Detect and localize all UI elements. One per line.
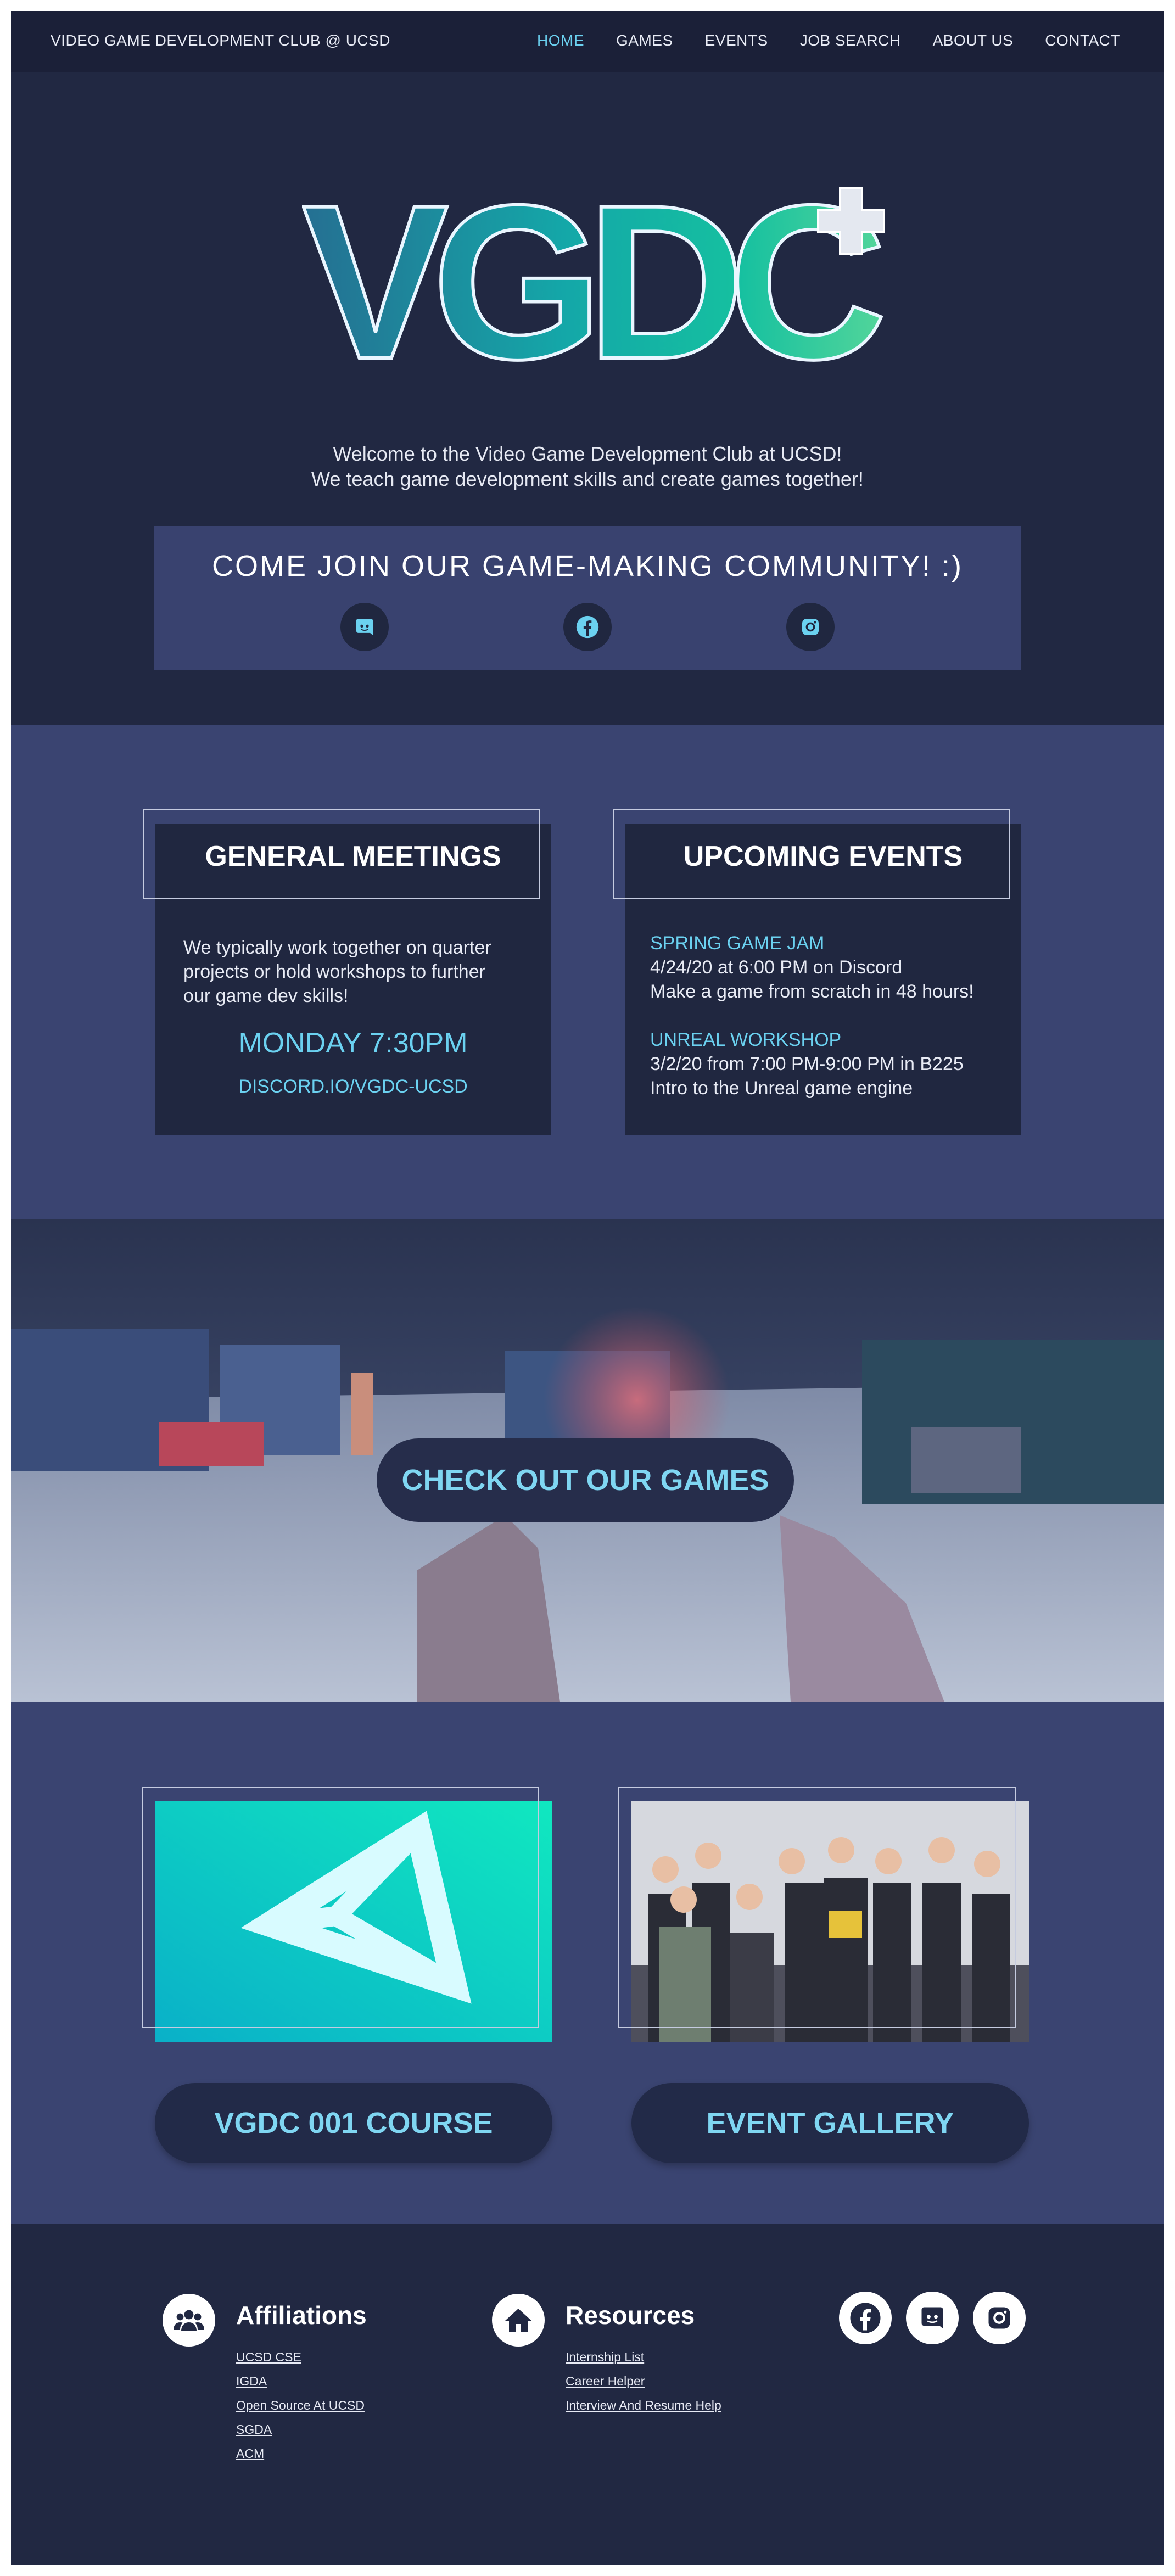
- check-out-games-button[interactable]: CHECK OUT OUR GAMES: [377, 1438, 794, 1522]
- nav-link-about-us[interactable]: ABOUT US: [933, 32, 1014, 49]
- resources-heading: Resources: [566, 2301, 695, 2329]
- affiliation-link-sgda[interactable]: SGDA: [236, 2422, 272, 2437]
- meetings-events-section: GENERAL MEETINGS We typically work toget…: [11, 725, 1164, 1219]
- course-gallery-section: VGDC 001 COURSE EVENT GALLERY: [11, 1702, 1164, 2224]
- resource-link-career-helper[interactable]: Career Helper: [566, 2374, 645, 2389]
- nav-links: HOME GAMES EVENTS JOB SEARCH ABOUT US CO…: [505, 32, 1120, 49]
- affiliation-link-open-source[interactable]: Open Source At UCSD: [236, 2398, 365, 2413]
- discord-icon[interactable]: [340, 603, 389, 651]
- site-brand[interactable]: VIDEO GAME DEVELOPMENT CLUB @ UCSD: [51, 32, 390, 49]
- gallery-photo-outline: [618, 1787, 1016, 2028]
- facebook-icon[interactable]: [839, 2292, 892, 2344]
- join-community-box: COME JOIN OUR GAME-MAKING COMMUNITY! :): [154, 526, 1021, 670]
- affiliation-link-igda[interactable]: IGDA: [236, 2374, 267, 2389]
- nav-link-job-search[interactable]: JOB SEARCH: [800, 32, 901, 49]
- meetings-description: We typically work together on quarter pr…: [183, 937, 491, 1006]
- nav-link-home[interactable]: HOME: [537, 32, 584, 49]
- join-title: COME JOIN OUR GAME-MAKING COMMUNITY! :): [212, 550, 963, 583]
- welcome-text: Welcome to the Video Game Development Cl…: [311, 443, 864, 490]
- resource-link-interview-resume[interactable]: Interview And Resume Help: [566, 2398, 721, 2413]
- discord-link[interactable]: DISCORD.IO/VGDC-UCSD: [155, 1076, 551, 1097]
- affiliation-link-acm[interactable]: ACM: [236, 2446, 264, 2461]
- event-item-spring-game-jam: SPRING GAME JAM 4/24/20 at 6:00 PM on Di…: [650, 933, 974, 1002]
- resource-link-internship-list[interactable]: Internship List: [566, 2350, 644, 2365]
- meeting-time: MONDAY 7:30PM: [238, 1027, 468, 1059]
- affiliation-link-ucsd-cse[interactable]: UCSD CSE: [236, 2350, 301, 2365]
- nav-link-games[interactable]: GAMES: [616, 32, 673, 49]
- event-item-unreal-workshop: UNREAL WORKSHOP 3/2/20 from 7:00 PM-9:00…: [650, 1029, 964, 1099]
- site-footer: Affiliations UCSD CSE IGDA Open Source A…: [11, 2224, 1164, 2565]
- page-frame: VIDEO GAME DEVELOPMENT CLUB @ UCSD HOME …: [11, 11, 1164, 2565]
- hero-section: VGDC Welcome to the Video Game Developme…: [11, 72, 1164, 725]
- nav-link-events[interactable]: EVENTS: [705, 32, 768, 49]
- facebook-icon[interactable]: [563, 603, 612, 651]
- instagram-icon[interactable]: [786, 603, 835, 651]
- vgdc-logo: VGDC: [302, 171, 895, 380]
- svg-text:VGDC: VGDC: [302, 171, 883, 380]
- nav-link-contact[interactable]: CONTACT: [1045, 32, 1120, 49]
- affiliations-heading: Affiliations: [236, 2301, 367, 2329]
- events-title-outline: [613, 809, 1010, 899]
- vgdc-001-course-button[interactable]: VGDC 001 COURSE: [155, 2083, 552, 2163]
- discord-icon[interactable]: [906, 2292, 959, 2344]
- games-banner: CHECK OUT OUR GAMES: [11, 1219, 1164, 1702]
- course-image-outline: [142, 1787, 539, 2028]
- users-icon: [163, 2294, 215, 2347]
- event-gallery-button[interactable]: EVENT GALLERY: [631, 2083, 1029, 2163]
- top-nav: VIDEO GAME DEVELOPMENT CLUB @ UCSD HOME …: [11, 11, 1164, 72]
- instagram-icon[interactable]: [973, 2292, 1026, 2344]
- home-icon: [492, 2294, 545, 2347]
- meetings-title-outline: [143, 809, 540, 899]
